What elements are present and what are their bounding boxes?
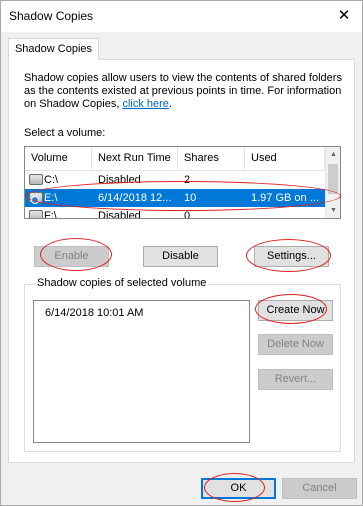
used-cell: 1.97 GB on ... bbox=[251, 192, 319, 204]
disable-button[interactable]: Disable bbox=[143, 246, 218, 267]
volume-cell: F:\ bbox=[44, 210, 57, 219]
tab-panel: Shadow copies allow users to view the co… bbox=[8, 59, 355, 463]
drive-icon bbox=[29, 210, 43, 218]
settings-button[interactable]: Settings... bbox=[254, 246, 329, 267]
description-text: Shadow copies allow users to view the co… bbox=[24, 72, 342, 110]
volume-list[interactable]: Volume Next Run Time Shares Used C:\ Dis… bbox=[24, 146, 341, 219]
column-header-shares[interactable]: Shares bbox=[178, 147, 245, 171]
volume-row-e[interactable]: E:\ 6/14/2018 12... 10 1.97 GB on ... bbox=[25, 189, 325, 207]
used-cell bbox=[251, 171, 325, 189]
window-title: Shadow Copies bbox=[9, 9, 94, 23]
shares-cell: 2 bbox=[184, 174, 191, 186]
enable-button[interactable]: Enable bbox=[34, 246, 109, 267]
revert-button[interactable]: Revert... bbox=[258, 369, 333, 390]
scroll-down-icon[interactable]: ▼ bbox=[326, 203, 340, 218]
volume-list-scrollbar[interactable]: ▲ ▼ bbox=[325, 147, 340, 218]
ok-button[interactable]: OK bbox=[201, 478, 276, 499]
drive-icon bbox=[29, 174, 43, 185]
shares-cell: 0 bbox=[184, 210, 191, 219]
delete-now-button[interactable]: Delete Now bbox=[258, 334, 333, 355]
next-run-cell: 6/14/2018 12... bbox=[98, 192, 172, 204]
cancel-button[interactable]: Cancel bbox=[282, 478, 357, 499]
shadow-copies-dialog: Shadow Copies ✕ Shadow Copies Shadow cop… bbox=[0, 0, 363, 506]
volume-cell: C:\ bbox=[44, 174, 59, 186]
title-bar: Shadow Copies ✕ bbox=[1, 1, 362, 32]
scroll-up-icon[interactable]: ▲ bbox=[326, 147, 340, 162]
description: Shadow copies allow users to view the co… bbox=[24, 72, 349, 111]
scroll-thumb[interactable] bbox=[328, 164, 338, 194]
volume-row-c[interactable]: C:\ Disabled 2 bbox=[25, 171, 325, 189]
group-title: Shadow copies of selected volume bbox=[35, 277, 209, 289]
tab-shadow-copies[interactable]: Shadow Copies bbox=[8, 38, 99, 60]
shadow-copies-list[interactable]: 6/14/2018 10:01 AM bbox=[33, 300, 250, 443]
shadow-copy-item[interactable]: 6/14/2018 10:01 AM bbox=[45, 307, 143, 319]
shadow-copies-group: Shadow copies of selected volume 6/14/20… bbox=[24, 277, 341, 452]
used-cell bbox=[251, 207, 325, 218]
column-header-next-run-time[interactable]: Next Run Time bbox=[92, 147, 178, 171]
column-header-used[interactable]: Used bbox=[245, 147, 325, 171]
volume-list-header: Volume Next Run Time Shares Used bbox=[25, 147, 325, 171]
volume-row-f[interactable]: F:\ Disabled 0 bbox=[25, 207, 325, 219]
next-run-cell: Disabled bbox=[98, 210, 141, 219]
next-run-cell: Disabled bbox=[98, 174, 141, 186]
volume-cell: E:\ bbox=[44, 192, 58, 204]
column-header-volume[interactable]: Volume bbox=[25, 147, 92, 171]
shares-cell: 10 bbox=[184, 192, 197, 204]
volume-select-label: Select a volume: bbox=[24, 127, 106, 139]
create-now-button[interactable]: Create Now bbox=[258, 300, 333, 321]
help-link[interactable]: click here bbox=[122, 98, 168, 110]
close-icon[interactable]: ✕ bbox=[332, 5, 356, 27]
shadow-copy-drive-icon bbox=[29, 192, 43, 204]
description-suffix: . bbox=[168, 98, 172, 110]
